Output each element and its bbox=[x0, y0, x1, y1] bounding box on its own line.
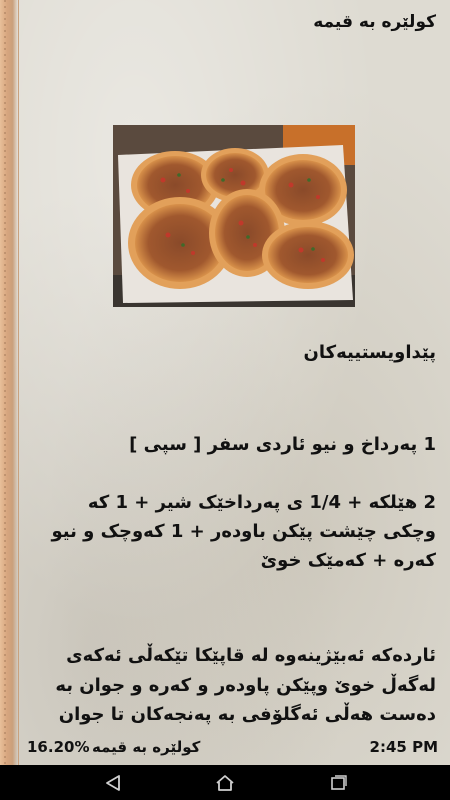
system-nav-bar bbox=[0, 765, 450, 800]
recipe-title: کولێره‌ به‌ قیمه‌ bbox=[313, 12, 436, 32]
food-image bbox=[113, 125, 355, 307]
book-page-edge bbox=[0, 0, 19, 765]
chapter-title: کولێره‌ به‌ قیمه‌ bbox=[92, 738, 201, 756]
ingredient-line: 2 هێلکه‌ + 1/4 ی په‌رداخێک شیر + 1 که‌ bbox=[87, 492, 436, 513]
home-icon[interactable] bbox=[205, 770, 245, 796]
recipe-content: کولێره‌ به‌ قیمه‌ bbox=[22, 0, 440, 729]
recipe-photo bbox=[113, 125, 355, 307]
ingredient-line: که‌ره‌ + که‌مێک خوێ bbox=[260, 550, 436, 571]
method-line: ده‌ست هه‌ڵی ئه‌گلۆفی به‌ په‌نجه‌كان تا ج… bbox=[58, 704, 436, 725]
reading-progress: 16.20% bbox=[27, 738, 90, 756]
back-icon[interactable] bbox=[94, 770, 134, 796]
recents-icon[interactable] bbox=[318, 770, 358, 796]
method-line: له‌گه‌ڵ خوێ وپێکن پاوده‌ر و که‌ره‌ و جوا… bbox=[55, 675, 436, 696]
ingredient-line: 1 په‌رداخ و نیو ئاردی سفر [ سپی ] bbox=[129, 434, 436, 455]
reader-status-bar: 16.20% کولێره‌ به‌ قیمه‌ 2:45 PM bbox=[0, 730, 450, 765]
clock: 2:45 PM bbox=[369, 738, 438, 756]
ingredients-heading: پێداویستییه‌کان bbox=[303, 342, 437, 363]
reader-page[interactable]: کولێره‌ به‌ قیمه‌ bbox=[0, 0, 450, 765]
method-line: ئارده‌که‌ ئه‌بێژینه‌وه‌ له‌ قاپێکا تێکه‌… bbox=[66, 645, 436, 666]
ingredient-line: وچکی چێشت پێکن باوده‌ر + 1 که‌وچک و نیو bbox=[51, 521, 436, 542]
